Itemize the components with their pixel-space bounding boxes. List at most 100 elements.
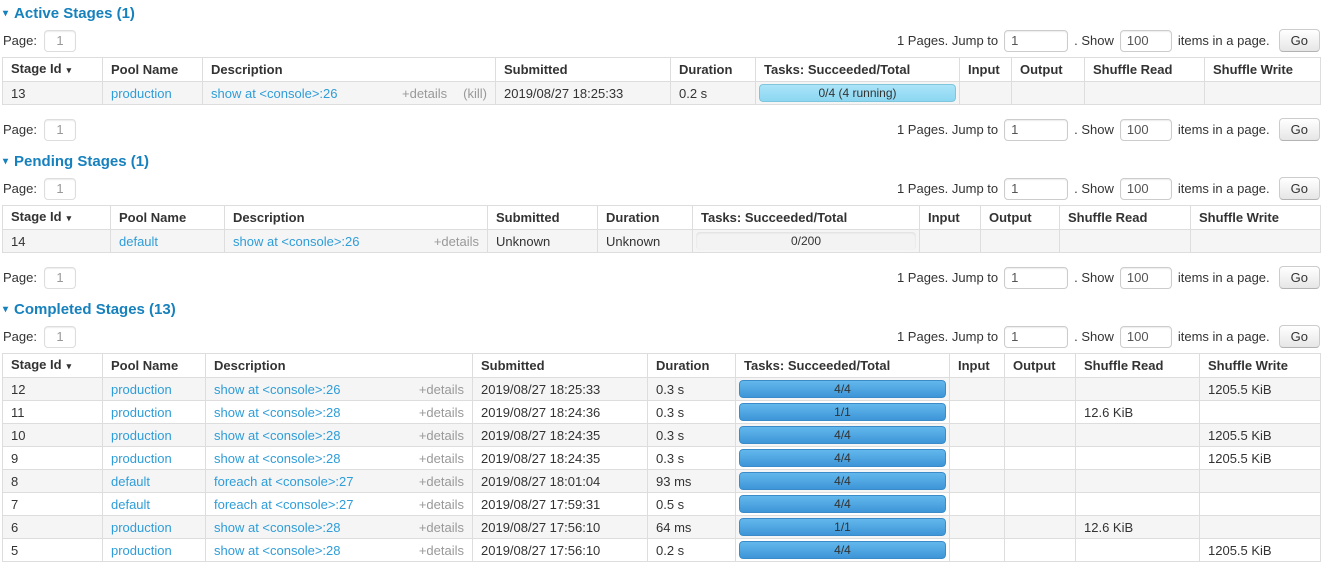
details-toggle[interactable]: +details	[419, 497, 464, 512]
column-header-pool-name[interactable]: Pool Name	[103, 58, 203, 82]
details-toggle[interactable]: +details	[419, 474, 464, 489]
description-link[interactable]: show at <console>:26	[233, 234, 359, 249]
cell-output	[1005, 470, 1076, 493]
column-label: Shuffle Read	[1084, 358, 1163, 373]
cell-input	[950, 424, 1005, 447]
pool-name-link[interactable]: production	[111, 520, 172, 535]
description-link[interactable]: show at <console>:28	[214, 405, 340, 420]
description-link[interactable]: foreach at <console>:27	[214, 497, 354, 512]
description-link[interactable]: show at <console>:28	[214, 520, 340, 535]
details-toggle[interactable]: +details	[419, 520, 464, 535]
details-toggle[interactable]: +details	[402, 86, 447, 101]
details-toggle[interactable]: +details	[419, 405, 464, 420]
pool-name-link[interactable]: default	[111, 497, 150, 512]
description-link[interactable]: show at <console>:26	[214, 382, 340, 397]
go-button[interactable]: Go	[1279, 266, 1320, 289]
column-header-input[interactable]: Input	[960, 58, 1012, 82]
details-toggle[interactable]: +details	[434, 234, 479, 249]
page-size-input[interactable]	[1120, 326, 1172, 348]
details-toggle[interactable]: +details	[419, 428, 464, 443]
column-header-shuffle-write[interactable]: Shuffle Write	[1205, 58, 1321, 82]
pool-name-link[interactable]: production	[111, 405, 172, 420]
jump-to-page-input[interactable]	[1004, 267, 1068, 289]
section-header-pending[interactable]: ▾Pending Stages (1)	[3, 153, 1320, 170]
description-link[interactable]: show at <console>:28	[214, 543, 340, 558]
column-header-output[interactable]: Output	[1005, 354, 1076, 378]
pool-name-link[interactable]: production	[111, 382, 172, 397]
column-header-description[interactable]: Description	[225, 206, 488, 230]
column-header-tasks-succeeded-total[interactable]: Tasks: Succeeded/Total	[693, 206, 920, 230]
cell-input	[950, 470, 1005, 493]
jump-to-page-input[interactable]	[1004, 30, 1068, 52]
kill-link[interactable]: (kill)	[463, 86, 487, 101]
cell-stage-id: 11	[3, 401, 103, 424]
column-header-input[interactable]: Input	[920, 206, 981, 230]
pool-name-link[interactable]: default	[111, 474, 150, 489]
pages-count-text: 1 Pages. Jump to	[897, 329, 998, 344]
pool-name-link[interactable]: production	[111, 451, 172, 466]
pool-name-link[interactable]: production	[111, 428, 172, 443]
column-header-shuffle-write[interactable]: Shuffle Write	[1191, 206, 1321, 230]
details-toggle[interactable]: +details	[419, 543, 464, 558]
page-number-input[interactable]	[44, 178, 76, 200]
jump-to-page-input[interactable]	[1004, 326, 1068, 348]
go-button[interactable]: Go	[1279, 29, 1320, 52]
column-header-shuffle-read[interactable]: Shuffle Read	[1085, 58, 1205, 82]
column-header-pool-name[interactable]: Pool Name	[111, 206, 225, 230]
page-number-input[interactable]	[44, 267, 76, 289]
column-header-duration[interactable]: Duration	[598, 206, 693, 230]
column-label: Shuffle Read	[1068, 210, 1147, 225]
column-header-shuffle-write[interactable]: Shuffle Write	[1200, 354, 1321, 378]
column-header-shuffle-read[interactable]: Shuffle Read	[1076, 354, 1200, 378]
section-header-completed[interactable]: ▾Completed Stages (13)	[3, 301, 1320, 318]
column-header-pool-name[interactable]: Pool Name	[103, 354, 206, 378]
column-header-submitted[interactable]: Submitted	[496, 58, 671, 82]
jump-to-page-input[interactable]	[1004, 119, 1068, 141]
pages-count-text: 1 Pages. Jump to	[897, 33, 998, 48]
page-size-input[interactable]	[1120, 119, 1172, 141]
column-header-duration[interactable]: Duration	[671, 58, 756, 82]
description-wrap: show at <console>:28 +details	[214, 405, 464, 420]
column-header-stage-id[interactable]: Stage Id▾	[3, 206, 111, 230]
description-wrap: show at <console>:26 +details	[214, 382, 464, 397]
column-header-submitted[interactable]: Submitted	[473, 354, 648, 378]
page-number-input[interactable]	[44, 30, 76, 52]
description-link[interactable]: show at <console>:26	[211, 86, 337, 101]
column-header-submitted[interactable]: Submitted	[488, 206, 598, 230]
cell-shuffle-read	[1076, 493, 1200, 516]
column-header-description[interactable]: Description	[203, 58, 496, 82]
page-size-input[interactable]	[1120, 178, 1172, 200]
page-size-input[interactable]	[1120, 30, 1172, 52]
column-header-shuffle-read[interactable]: Shuffle Read	[1060, 206, 1191, 230]
section-header-active[interactable]: ▾Active Stages (1)	[3, 5, 1320, 22]
description-link[interactable]: show at <console>:28	[214, 451, 340, 466]
go-button[interactable]: Go	[1279, 118, 1320, 141]
table-header-row: Stage Id▾Pool NameDescriptionSubmittedDu…	[3, 58, 1321, 82]
column-header-tasks-succeeded-total[interactable]: Tasks: Succeeded/Total	[736, 354, 950, 378]
pool-name-link[interactable]: production	[111, 86, 172, 101]
column-header-description[interactable]: Description	[206, 354, 473, 378]
column-header-tasks-succeeded-total[interactable]: Tasks: Succeeded/Total	[756, 58, 960, 82]
go-button[interactable]: Go	[1279, 177, 1320, 200]
cell-output	[1005, 378, 1076, 401]
details-toggle[interactable]: +details	[419, 382, 464, 397]
page-size-input[interactable]	[1120, 267, 1172, 289]
description-link[interactable]: foreach at <console>:27	[214, 474, 354, 489]
pool-name-link[interactable]: production	[111, 543, 172, 558]
progress-label: 4/4	[739, 380, 946, 398]
pool-name-link[interactable]: default	[119, 234, 158, 249]
column-header-output[interactable]: Output	[1012, 58, 1085, 82]
jump-to-page-input[interactable]	[1004, 178, 1068, 200]
page-number-input[interactable]	[44, 119, 76, 141]
page-number-input[interactable]	[44, 326, 76, 348]
column-header-duration[interactable]: Duration	[648, 354, 736, 378]
cell-stage-id: 10	[3, 424, 103, 447]
column-header-input[interactable]: Input	[950, 354, 1005, 378]
cell-tasks: 4/4	[736, 447, 950, 470]
column-header-stage-id[interactable]: Stage Id▾	[3, 58, 103, 82]
column-header-output[interactable]: Output	[981, 206, 1060, 230]
go-button[interactable]: Go	[1279, 325, 1320, 348]
column-header-stage-id[interactable]: Stage Id▾	[3, 354, 103, 378]
details-toggle[interactable]: +details	[419, 451, 464, 466]
description-link[interactable]: show at <console>:28	[214, 428, 340, 443]
